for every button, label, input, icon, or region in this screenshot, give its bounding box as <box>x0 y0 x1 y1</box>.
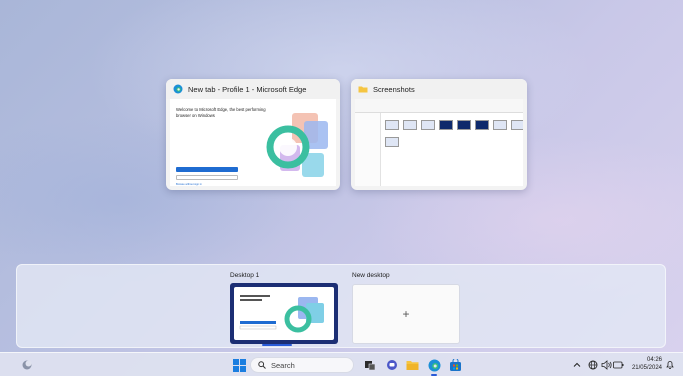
file-thumbnail <box>493 120 507 130</box>
virtual-desktops-bar <box>16 264 666 348</box>
clock-time[interactable]: 04:26 <box>640 357 662 365</box>
file-thumbnail <box>385 137 399 147</box>
explorer-thumbnail-row <box>385 120 523 130</box>
desktop-1-preview <box>230 283 338 344</box>
new-desktop-label: New desktop <box>352 272 390 279</box>
explorer-window-thumbnail[interactable]: Screenshots <box>351 79 527 190</box>
taskbar-search[interactable]: Search <box>250 357 354 373</box>
chat-icon[interactable] <box>385 358 399 372</box>
file-thumbnail <box>421 120 435 130</box>
search-icon <box>258 361 266 369</box>
new-desktop-button[interactable]: + <box>352 284 460 344</box>
search-placeholder: Search <box>271 360 295 370</box>
file-explorer-icon[interactable] <box>405 358 419 372</box>
file-thumbnail <box>475 120 489 130</box>
active-desktop-indicator <box>262 344 292 346</box>
window-titlebar: New tab - Profile 1 - Microsoft Edge <box>166 79 340 99</box>
desktop-1-label: Desktop 1 <box>230 272 260 279</box>
plus-icon: + <box>402 307 410 321</box>
file-thumbnail <box>385 120 399 130</box>
explorer-sidebar <box>355 113 381 186</box>
notification-bell-icon[interactable] <box>663 358 677 372</box>
desktop-1-thumbnail[interactable] <box>230 283 338 344</box>
edge-page-preview: Welcome to Microsoft Edge, the best perf… <box>170 99 336 186</box>
edge-hero-graphic <box>266 113 328 177</box>
edge-secondary-button <box>176 175 238 180</box>
edge-signin-link: Browse without sign in <box>176 183 202 186</box>
window-titlebar: Screenshots <box>351 79 527 99</box>
explorer-preview <box>355 99 523 186</box>
chevron-up-icon[interactable] <box>570 358 584 372</box>
file-thumbnail <box>457 120 471 130</box>
window-title: New tab - Profile 1 - Microsoft Edge <box>188 84 307 94</box>
task-view-icon[interactable] <box>363 358 377 372</box>
folder-icon <box>358 86 368 93</box>
store-icon[interactable] <box>448 358 462 372</box>
file-thumbnail <box>511 120 523 130</box>
battery-icon[interactable] <box>611 358 625 372</box>
edge-primary-button <box>176 167 238 172</box>
weather-widget-icon[interactable] <box>20 358 34 372</box>
taskbar: Search 04:26 21/05/2024 <box>0 352 683 376</box>
edge-taskbar-icon[interactable] <box>427 358 441 372</box>
start-button[interactable] <box>232 358 246 372</box>
explorer-ribbon <box>355 99 523 113</box>
file-thumbnail <box>439 120 453 130</box>
edge-window-thumbnail[interactable]: New tab - Profile 1 - Microsoft Edge Wel… <box>166 79 340 190</box>
window-title: Screenshots <box>373 84 415 94</box>
clock-date[interactable]: 21/05/2024 <box>624 365 662 373</box>
file-thumbnail <box>403 120 417 130</box>
language-icon[interactable] <box>586 358 600 372</box>
edge-icon <box>173 84 183 94</box>
